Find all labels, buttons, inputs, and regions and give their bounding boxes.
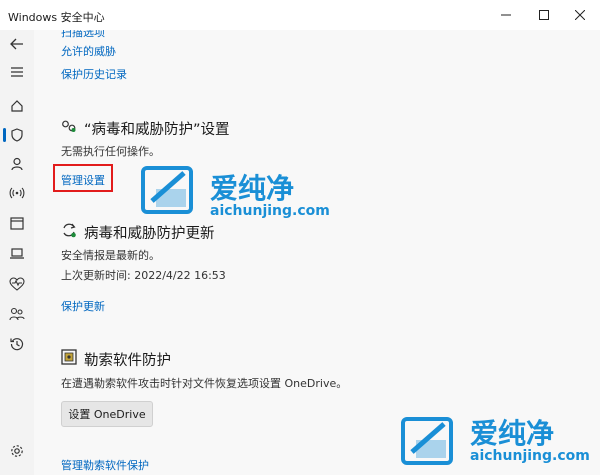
sidebar: [0, 30, 34, 475]
last-update-text: 上次更新时间: 2022/4/22 16:53: [61, 269, 226, 282]
setup-onedrive-button[interactable]: 设置 OneDrive: [61, 401, 153, 427]
scan-options-link[interactable]: 扫描选项: [61, 30, 105, 40]
settings-gear-icon: [61, 118, 77, 137]
watermark-bottom: 爱纯净 aichunjing.com: [400, 412, 600, 472]
watermark-name: 爱纯净: [210, 172, 295, 205]
allowed-threats-link[interactable]: 允许的威胁: [61, 43, 116, 59]
watermark-logo-icon: [141, 166, 193, 214]
protection-history-link[interactable]: 保护历史记录: [61, 66, 127, 82]
protection-updates-link[interactable]: 保护更新: [61, 298, 105, 314]
watermark-url: aichunjing.com: [210, 203, 330, 219]
gear-icon[interactable]: [0, 439, 34, 463]
updates-status-text: 安全情报是最新的。: [61, 249, 160, 262]
watermark-url: aichunjing.com: [470, 448, 590, 464]
settings-status-text: 无需执行任何操作。: [61, 145, 160, 158]
manage-settings-link[interactable]: 管理设置: [61, 172, 105, 188]
update-sync-icon: [61, 222, 77, 242]
laptop-icon[interactable]: [0, 242, 34, 266]
maximize-icon[interactable]: [527, 4, 561, 26]
title-bar: Windows 安全中心: [0, 0, 600, 30]
manage-ransomware-link[interactable]: 管理勒索软件保护: [61, 457, 149, 473]
shield-icon[interactable]: [0, 123, 34, 147]
ransomware-section-title: 勒索软件防护: [84, 353, 171, 369]
ransomware-description: 在遭遇勒索软件攻击时针对文件恢复选项设置 OneDrive。: [61, 377, 348, 390]
settings-section-title: “病毒和威胁防护”设置: [84, 122, 230, 138]
watermark-name: 爱纯净: [470, 417, 555, 450]
ransomware-icon: [61, 349, 77, 369]
minimize-icon[interactable]: [489, 4, 523, 26]
window-title: Windows 安全中心: [8, 11, 105, 24]
history-icon[interactable]: [0, 332, 34, 356]
close-icon[interactable]: [563, 4, 597, 26]
wifi-icon[interactable]: [0, 181, 34, 205]
watermark-logo-icon: [401, 417, 453, 465]
person-icon[interactable]: [0, 152, 34, 176]
menu-icon[interactable]: [0, 60, 34, 84]
heart-icon[interactable]: [0, 272, 34, 296]
watermark-top: 爱纯净 aichunjing.com: [140, 165, 340, 225]
app-window-icon[interactable]: [0, 211, 34, 235]
updates-section-title: 病毒和威胁防护更新: [84, 226, 215, 242]
main-content: 扫描选项 允许的威胁 保护历史记录 “病毒和威胁防护”设置 无需执行任何操作。 …: [34, 30, 600, 475]
back-icon[interactable]: [0, 32, 34, 56]
family-icon[interactable]: [0, 302, 34, 326]
home-icon[interactable]: [0, 94, 34, 118]
